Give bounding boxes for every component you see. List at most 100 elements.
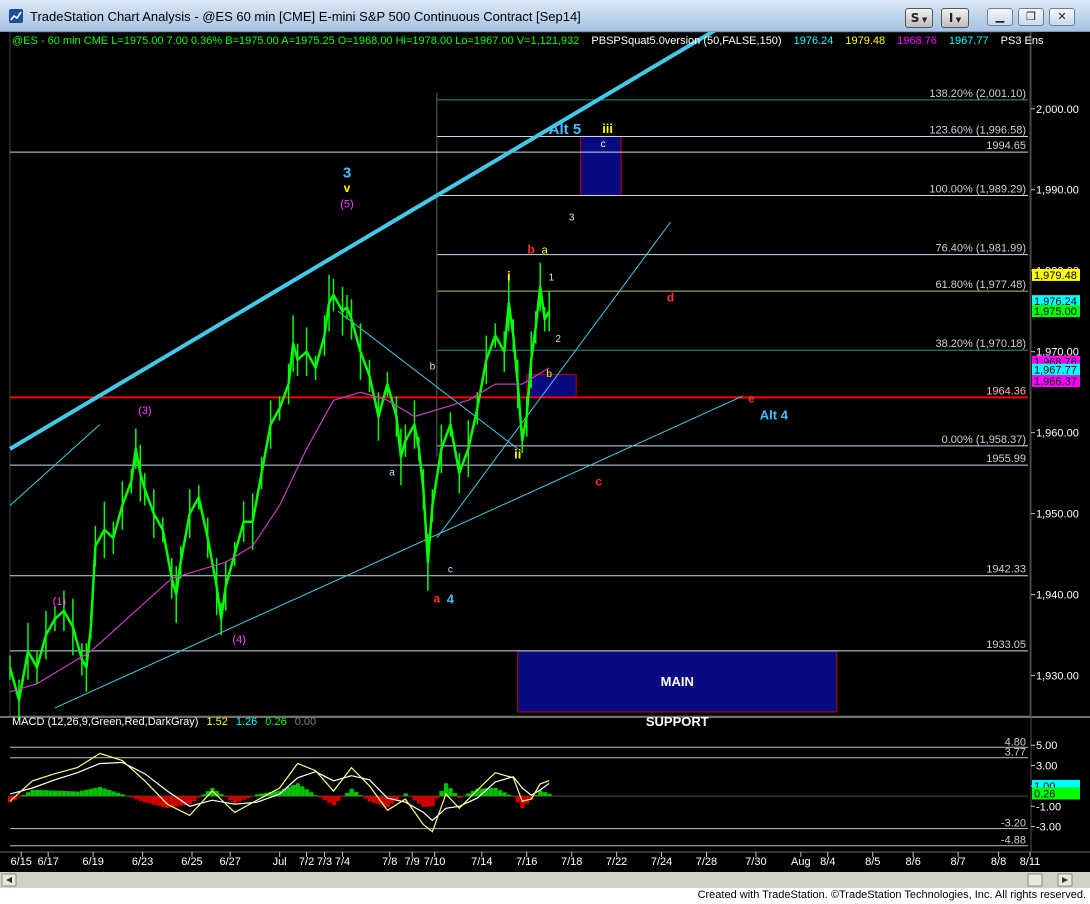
horizontal-level-label: 1964.36 <box>986 385 1026 397</box>
macd-header-item: 0.00 <box>295 716 316 728</box>
macd-histogram-bar <box>542 792 548 797</box>
macd-histogram-bar <box>16 796 22 798</box>
price-tick-label: 1,960.00 <box>1036 428 1079 440</box>
macd-histogram-bar <box>367 796 372 802</box>
macd-histogram-bar <box>425 796 431 807</box>
chart-svg[interactable]: MAIN SUPPORT 138.20% (2,001.10) 123.60% (1… <box>0 32 1090 888</box>
macd-histogram-bar <box>439 790 444 797</box>
time-tick-label: 7/3 <box>317 856 332 868</box>
macd-histogram-bar <box>39 790 44 797</box>
macd-last-tag-label: 0.26 <box>1034 788 1055 800</box>
time-tick-label: Aug <box>791 856 811 868</box>
chart-area[interactable]: MAIN SUPPORT 138.20% (2,001.10) 123.60% (1… <box>0 32 1090 888</box>
macd-header-item: MACD (12,26,9,Green,Red,DarkGray) <box>12 716 198 728</box>
dropdown-arrow-icon: ▼ <box>919 16 928 24</box>
wave-label: e <box>748 392 755 406</box>
price-grid <box>0 32 1090 853</box>
macd-histogram-bar <box>497 790 503 797</box>
price-header-item: 1968.76 <box>897 35 937 47</box>
macd-histogram-bar <box>295 783 300 797</box>
macd-histogram-bar <box>43 790 49 797</box>
macd-histogram-bar <box>61 790 67 797</box>
macd-histogram-bar <box>93 787 98 797</box>
window-title: TradeStation Chart Analysis - @ES 60 min… <box>30 9 581 24</box>
macd-histogram-bar <box>219 794 224 797</box>
strategy-s-button[interactable]: S ▼ <box>905 8 933 28</box>
macd-level-label: 3.77 <box>1005 747 1026 759</box>
macd-panel: 4.803.77-3.20-4.88 <box>8 736 1028 847</box>
macd-header-item: 0.26 <box>265 716 286 728</box>
wave-label: b <box>546 369 552 380</box>
wave-label: 2 <box>555 334 561 345</box>
macd-histogram-bar <box>246 796 251 798</box>
fib-level-label: 100.00% (1,989.29) <box>929 183 1026 195</box>
macd-histogram-bar <box>421 796 426 808</box>
macd-histogram-bar <box>286 786 291 797</box>
macd-histogram-bar <box>57 790 62 797</box>
fib-level-label: 38.20% (1,970.18) <box>935 338 1026 350</box>
macd-level-label: -4.88 <box>1001 835 1026 847</box>
macd-histogram-bar <box>228 796 233 801</box>
wave-label: (3) <box>138 405 151 417</box>
price-tick-label: 1,930.00 <box>1036 671 1079 683</box>
fib-level-label: 123.60% (1,996.58) <box>929 124 1026 136</box>
time-tick-label: 7/16 <box>516 856 537 868</box>
macd-axis: 5.003.001.00-1.00-3.001.000.26 <box>1031 740 1080 834</box>
tradestation-app-icon <box>9 9 23 23</box>
macd-histogram-bar <box>120 794 125 797</box>
wave-label: 3 <box>569 213 575 224</box>
price-panel-frame <box>9 32 1031 717</box>
macd-histogram-bar <box>52 790 58 797</box>
dropdown-arrow-icon: ▼ <box>953 16 962 24</box>
macd-histogram-bar <box>291 785 296 797</box>
close-button[interactable]: ✕ <box>1049 8 1075 26</box>
macd-tick-label: 3.00 <box>1036 761 1057 773</box>
scrollbar-track[interactable] <box>0 872 1090 888</box>
macd-histogram-bar <box>241 796 247 800</box>
last-price-tag-label: 1,975.00 <box>1034 306 1077 318</box>
wave-label: b <box>528 243 535 257</box>
last-price-tag-label: 1,967.77 <box>1034 365 1077 377</box>
last-price-tag-label: 1,979.48 <box>1034 270 1077 282</box>
time-tick-label: 7/28 <box>696 856 717 868</box>
minimize-icon: ▁ <box>995 10 1005 23</box>
macd-histogram-bar <box>358 795 363 797</box>
scroll-thumb[interactable] <box>1027 873 1043 887</box>
macd-histogram-bar <box>232 796 238 804</box>
macd-histogram-bar <box>371 796 377 803</box>
time-tick-label: 7/30 <box>745 856 766 868</box>
macd-histogram-bar <box>48 790 53 797</box>
macd-histogram-bar <box>201 794 206 797</box>
time-tick-label: 6/17 <box>37 856 58 868</box>
macd-tick-label: -3.00 <box>1036 822 1061 834</box>
macd-histogram-bar <box>434 796 440 799</box>
macd-histogram-bar <box>336 796 341 802</box>
wave-label: iii <box>602 121 613 136</box>
macd-histogram-bar <box>309 792 314 797</box>
indicator-i-button[interactable]: I ▼ <box>941 8 969 28</box>
macd-histogram-bar <box>66 791 71 797</box>
macd-histogram-bar <box>345 792 350 797</box>
time-tick-label: 8/8 <box>991 856 1006 868</box>
time-tick-label: 8/7 <box>950 856 965 868</box>
wave-label: a <box>542 245 549 257</box>
macd-histogram-bar <box>466 793 471 797</box>
macd-histogram-bar <box>255 794 260 797</box>
macd-histogram-bar <box>129 796 134 798</box>
time-tick-label: 8/6 <box>906 856 921 868</box>
macd-histogram-bar <box>511 796 516 798</box>
minimize-button[interactable]: ▁ <box>987 8 1013 26</box>
restore-button[interactable]: ❐ <box>1018 8 1044 26</box>
time-tick-label: 7/2 <box>299 856 314 868</box>
macd-histogram-bar <box>133 796 139 800</box>
wave-label: (5) <box>340 199 353 211</box>
macd-histogram-bar <box>142 796 148 803</box>
close-icon: ✕ <box>1057 10 1067 23</box>
macd-histogram-bar <box>416 796 422 804</box>
time-tick-label: 6/15 <box>11 856 32 868</box>
wave-label: 3 <box>343 165 351 182</box>
horizontal-scrollbar[interactable] <box>0 872 1090 888</box>
macd-histogram-bar <box>403 793 408 797</box>
macd-histogram-bar <box>34 789 40 797</box>
macd-histogram-bar <box>407 796 413 797</box>
